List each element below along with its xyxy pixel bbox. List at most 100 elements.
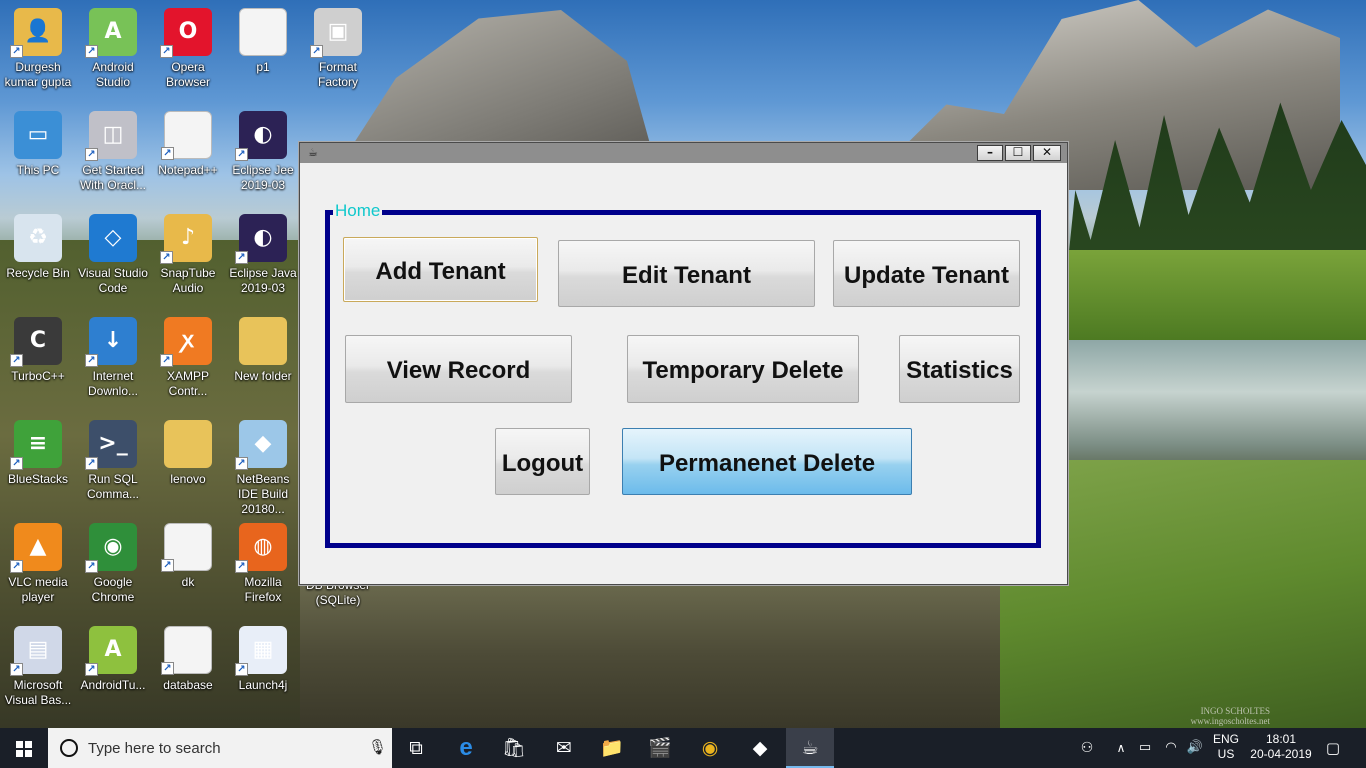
permanent-delete-button[interactable]: Permanenet Delete [622,428,912,495]
snaptube-folder-icon: ♪ ↗ [160,214,212,264]
desktop-icon[interactable]: A ↗ AndroidTu... [75,626,151,693]
task-view-icon[interactable]: ⧉ [392,728,440,768]
clock-date: 20-04-2019 [1250,747,1312,761]
desktop-icon[interactable]: ◇ Visual Studio Code [75,214,151,296]
visual-basic-icon: ▤ ↗ [10,626,62,676]
language-indicator[interactable]: ENG US [1208,732,1244,762]
wallpaper-watermark: INGO SCHOLTES www.ingoscholtes.net [1191,706,1270,726]
desktop-icon-label: Notepad++ [158,163,218,177]
opera-icon: O ↗ [160,8,212,58]
desktop-icon[interactable]: >_ ↗ Run SQL Comma... [75,420,151,502]
desktop-icon[interactable]: ◆ ↗ NetBeans IDE Build 20180... [225,420,301,517]
document-icon [239,8,287,56]
window-titlebar[interactable]: ☕ – ☐ ✕ [300,143,1067,163]
firefox-icon: ◍ ↗ [235,523,287,573]
desktop-icon-label: dk [181,575,195,589]
desktop-icon[interactable]: ▣ ↗ Format Factory [300,8,376,90]
android-studio-icon: A ↗ [85,8,137,58]
java-icon[interactable]: ☕ [786,728,834,768]
document-icon: ↗ [161,523,212,572]
battery-icon[interactable]: ▭ [1134,728,1156,768]
temporary-delete-button[interactable]: Temporary Delete [627,335,859,403]
clock-time: 18:01 [1265,732,1297,746]
edit-tenant-button[interactable]: Edit Tenant [558,240,815,307]
desktop-icon[interactable]: ♪ ↗ SnapTube Audio [150,214,226,296]
desktop-icon-label: TurboC++ [11,369,65,383]
desktop-icon[interactable]: ◫ ↗ Get Started With Oracl... [75,111,151,193]
vlc-icon: ▲ ↗ [10,523,62,573]
desktop-icon-label: BlueStacks [7,472,69,486]
shortcut-arrow-icon: ↗ [235,457,248,470]
add-tenant-button[interactable]: Add Tenant [343,237,538,302]
chrome-icon[interactable]: ◉ [686,728,734,768]
desktop-icon-label: p1 [256,60,270,74]
desktop-icon[interactable]: 👤 ↗ Durgesh kumar gupta [0,8,76,90]
shortcut-arrow-icon: ↗ [85,560,98,573]
desktop-icon[interactable]: ↗ dk [150,523,226,590]
logout-button[interactable]: Logout [495,428,590,495]
edge-icon[interactable]: e [442,728,490,768]
user-folder-icon: 👤 ↗ [10,8,62,58]
desktop-icon-label: Visual Studio Code [78,266,148,295]
desktop-icon[interactable]: ▲ ↗ VLC media player [0,523,76,605]
update-tenant-button[interactable]: Update Tenant [833,240,1020,307]
shortcut-arrow-icon: ↗ [10,663,23,676]
computer-icon: ▭ [14,111,62,159]
desktop-icon-label: lenovo [170,472,206,486]
maximize-button[interactable]: ☐ [1005,145,1031,161]
desktop-icon[interactable]: ↓ ↗ Internet Downlo... [75,317,151,399]
sql-icon: >_ ↗ [85,420,137,470]
wifi-icon[interactable]: ◠ [1160,728,1182,768]
desktop-icon-label: Run SQL Comma... [86,472,139,501]
watermark-line: www.ingoscholtes.net [1190,716,1270,726]
netbeans-icon[interactable]: ◆ [736,728,784,768]
desktop-icon-label: Launch4j [238,678,288,692]
store-icon[interactable]: 🛍 [490,728,538,768]
desktop-icon[interactable]: ◐ ↗ Eclipse Jee 2019-03 [225,111,301,193]
chevron-up-icon[interactable]: ∧ [1110,728,1132,768]
wallpaper-meadow [1060,250,1366,340]
desktop-icon[interactable]: C ↗ TurboC++ [0,317,76,384]
desktop-icon[interactable]: A ↗ Android Studio [75,8,151,90]
desktop-icon[interactable]: ▤ ↗ Microsoft Visual Bas... [0,626,76,708]
desktop-icon[interactable]: ↗ database [150,626,226,693]
microphone-icon[interactable]: 🎙 [368,738,387,756]
desktop-icon[interactable]: ◍ ↗ Mozilla Firefox [225,523,301,605]
people-icon[interactable]: ⚇ [1074,728,1100,768]
shortcut-arrow-icon: ↗ [10,354,23,367]
desktop-icon-label: Opera Browser [165,60,210,89]
desktop-icon[interactable]: ▦ ↗ Launch4j [225,626,301,693]
desktop-icon-label: XAMPP Contr... [166,369,209,398]
movies-icon[interactable]: 🎬 [636,728,684,768]
mail-icon[interactable]: ✉ [540,728,588,768]
desktop-icon-label: Durgesh kumar gupta [4,60,72,89]
desktop-icon[interactable]: ꭗ ↗ XAMPP Contr... [150,317,226,399]
oracle-db-icon: ◫ ↗ [85,111,137,161]
desktop-icon[interactable]: ◉ ↗ Google Chrome [75,523,151,605]
desktop-icon-label: VLC media player [8,575,68,604]
taskbar: Type here to search 🎙 ⧉ e 🛍 ✉ 📁 🎬 ◉ ◆ ☕ ⚇ ∧ ▭ ◠ … [0,728,1366,768]
clock[interactable]: 18:01 20-04-2019 [1246,732,1316,762]
desktop-icon[interactable]: O ↗ Opera Browser [150,8,226,90]
start-button[interactable] [0,728,48,768]
shortcut-arrow-icon: ↗ [85,148,98,161]
volume-icon[interactable]: 🔊 [1184,728,1206,768]
view-record-button[interactable]: View Record [345,335,572,403]
minimize-button[interactable]: – [977,145,1003,161]
shortcut-arrow-icon: ↗ [161,662,174,675]
taskbar-search-box[interactable]: Type here to search 🎙 [48,728,392,768]
statistics-button[interactable]: Statistics [899,335,1020,403]
desktop-icon[interactable]: ▭ This PC [0,111,76,178]
desktop-icon[interactable]: ≡ ↗ BlueStacks [0,420,76,487]
close-button[interactable]: ✕ [1033,145,1061,161]
desktop-icon[interactable]: ↗ Notepad++ [150,111,226,178]
desktop-icon[interactable]: ♻ Recycle Bin [0,214,76,281]
desktop-icon[interactable]: New folder [225,317,301,384]
desktop-icon[interactable]: lenovo [150,420,226,487]
shortcut-arrow-icon: ↗ [160,354,173,367]
notifications-icon[interactable]: ▢ [1320,728,1346,768]
desktop-icon[interactable]: p1 [225,8,301,75]
desktop-icon[interactable]: ◐ ↗ Eclipse Java 2019-03 [225,214,301,296]
file-explorer-icon[interactable]: 📁 [588,728,636,768]
desktop-icon-label: NetBeans IDE Build 20180... [236,472,290,516]
